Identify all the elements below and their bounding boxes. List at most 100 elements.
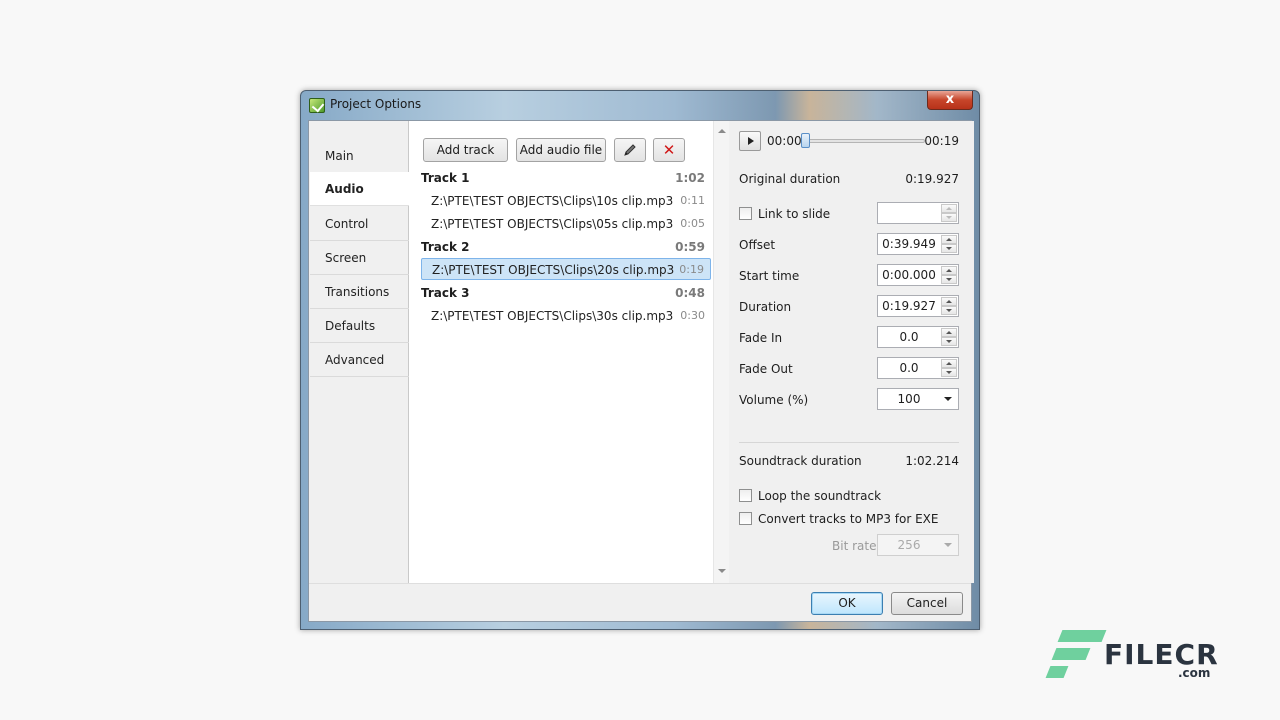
soundtrack-duration-value: 1:02.214 [905, 454, 959, 468]
app-icon [309, 98, 325, 113]
add-audio-file-button[interactable]: Add audio file [516, 138, 606, 162]
track-list-panel: Add track Add audio file ✕ Track 1 1:02 … [409, 121, 713, 583]
offset-spinner[interactable]: 0:39.949 [877, 233, 959, 255]
spin-down-icon[interactable] [941, 368, 957, 377]
filecr-logo-icon [1045, 628, 1107, 682]
track-duration: 1:02 [675, 171, 705, 185]
track-duration: 0:48 [675, 286, 705, 300]
bitrate-label: Bit rate [832, 539, 877, 553]
convert-mp3-label: Convert tracks to MP3 for EXE [758, 512, 939, 526]
spin-down-icon[interactable] [941, 213, 957, 222]
fade-in-value[interactable]: 0.0 [878, 327, 940, 347]
project-options-window: Project Options x Main Audio Control Scr… [300, 90, 980, 630]
offset-value[interactable]: 0:39.949 [878, 234, 940, 254]
playback-slider[interactable] [803, 139, 925, 143]
clip-duration: 0:19 [679, 263, 704, 276]
volume-label: Volume (%) [739, 393, 809, 407]
ok-button[interactable]: OK [811, 592, 883, 615]
spin-up-icon[interactable] [941, 266, 957, 275]
track-name: Track 3 [421, 286, 470, 300]
track-list-scrollbar[interactable] [713, 121, 729, 583]
loop-soundtrack-checkbox[interactable] [739, 489, 752, 502]
spin-up-icon[interactable] [941, 204, 957, 213]
spin-down-icon[interactable] [941, 275, 957, 284]
scroll-down-icon[interactable] [718, 569, 726, 573]
total-time: 00:19 [924, 134, 959, 148]
nav-item-audio[interactable]: Audio [310, 172, 410, 206]
spin-up-icon[interactable] [941, 235, 957, 244]
start-time-label: Start time [739, 269, 800, 283]
clip-row-selected[interactable]: Z:\PTE\TEST OBJECTS\Clips\20s clip.mp3 0… [421, 258, 711, 280]
original-duration-value: 0:19.927 [905, 172, 959, 186]
filecr-watermark: FILECR .com [1045, 628, 1218, 684]
play-button[interactable] [739, 131, 761, 151]
bitrate-value: 256 [897, 538, 921, 552]
spin-up-icon[interactable] [941, 297, 957, 306]
clip-path: Z:\PTE\TEST OBJECTS\Clips\10s clip.mp3 [431, 194, 674, 208]
fade-out-spinner[interactable]: 0.0 [877, 357, 959, 379]
nav-item-screen[interactable]: Screen [310, 241, 409, 275]
track-header[interactable]: Track 2 0:59 [421, 240, 711, 254]
clip-path: Z:\PTE\TEST OBJECTS\Clips\05s clip.mp3 [431, 217, 674, 231]
fade-in-spinner[interactable]: 0.0 [877, 326, 959, 348]
chevron-down-icon [944, 397, 952, 401]
chevron-down-icon [944, 543, 952, 547]
red-x-icon: ✕ [662, 141, 676, 159]
nav-item-transitions[interactable]: Transitions [310, 275, 409, 309]
clip-duration: 0:05 [680, 217, 705, 230]
track-header[interactable]: Track 1 1:02 [421, 171, 711, 185]
nav-item-advanced[interactable]: Advanced [310, 343, 409, 377]
soundtrack-duration-label: Soundtrack duration [739, 454, 862, 468]
clip-path: Z:\PTE\TEST OBJECTS\Clips\30s clip.mp3 [431, 309, 674, 323]
spin-up-icon[interactable] [941, 328, 957, 337]
pencil-icon [624, 144, 636, 156]
scroll-up-icon[interactable] [718, 129, 726, 133]
track-name: Track 1 [421, 171, 470, 185]
clip-row[interactable]: Z:\PTE\TEST OBJECTS\Clips\05s clip.mp3 0… [421, 213, 711, 235]
start-time-spinner[interactable]: 0:00.000 [877, 264, 959, 286]
clip-row[interactable]: Z:\PTE\TEST OBJECTS\Clips\30s clip.mp3 0… [421, 305, 711, 327]
link-to-slide-label: Link to slide [758, 207, 831, 221]
spin-down-icon[interactable] [941, 244, 957, 253]
link-to-slide-spinner[interactable] [877, 202, 959, 224]
convert-mp3-checkbox[interactable] [739, 512, 752, 525]
edit-button[interactable] [614, 138, 646, 162]
spin-up-icon[interactable] [941, 359, 957, 368]
spin-down-icon[interactable] [941, 337, 957, 346]
close-button[interactable]: x [927, 91, 973, 110]
delete-button[interactable]: ✕ [653, 138, 685, 162]
clip-row[interactable]: Z:\PTE\TEST OBJECTS\Clips\10s clip.mp3 0… [421, 190, 711, 212]
offset-label: Offset [739, 238, 776, 252]
cancel-button[interactable]: Cancel [891, 592, 963, 615]
divider [739, 442, 959, 443]
current-time: 00:00 [767, 134, 802, 148]
watermark-sub: .com [1178, 666, 1211, 680]
original-duration-label: Original duration [739, 172, 841, 186]
track-header[interactable]: Track 3 0:48 [421, 286, 711, 300]
fade-out-value[interactable]: 0.0 [878, 358, 940, 378]
title-bar[interactable]: Project Options x [301, 91, 979, 119]
nav-item-main[interactable]: Main [310, 139, 409, 173]
clip-properties-panel: 00:00 00:19 Original duration 0:19.927 L… [729, 121, 974, 583]
dialog-client-area: Main Audio Control Screen Transitions De… [308, 120, 974, 622]
spin-down-icon[interactable] [941, 306, 957, 315]
duration-value[interactable]: 0:19.927 [878, 296, 940, 316]
nav-item-defaults[interactable]: Defaults [310, 309, 409, 343]
dialog-footer: OK Cancel [309, 583, 971, 621]
fade-out-label: Fade Out [739, 362, 793, 376]
bitrate-select[interactable]: 256 [877, 534, 959, 556]
link-to-slide-checkbox[interactable] [739, 207, 752, 220]
track-name: Track 2 [421, 240, 470, 254]
duration-spinner[interactable]: 0:19.927 [877, 295, 959, 317]
volume-select[interactable]: 100 [877, 388, 959, 410]
options-nav: Main Audio Control Screen Transitions De… [309, 121, 410, 583]
clip-path: Z:\PTE\TEST OBJECTS\Clips\20s clip.mp3 [432, 263, 675, 277]
nav-item-control[interactable]: Control [310, 207, 409, 241]
volume-value: 100 [897, 392, 921, 406]
start-time-value[interactable]: 0:00.000 [878, 265, 940, 285]
add-track-button[interactable]: Add track [423, 138, 508, 162]
clip-duration: 0:30 [680, 309, 705, 322]
playback-slider-thumb[interactable] [801, 133, 810, 148]
track-duration: 0:59 [675, 240, 705, 254]
fade-in-label: Fade In [739, 331, 783, 345]
